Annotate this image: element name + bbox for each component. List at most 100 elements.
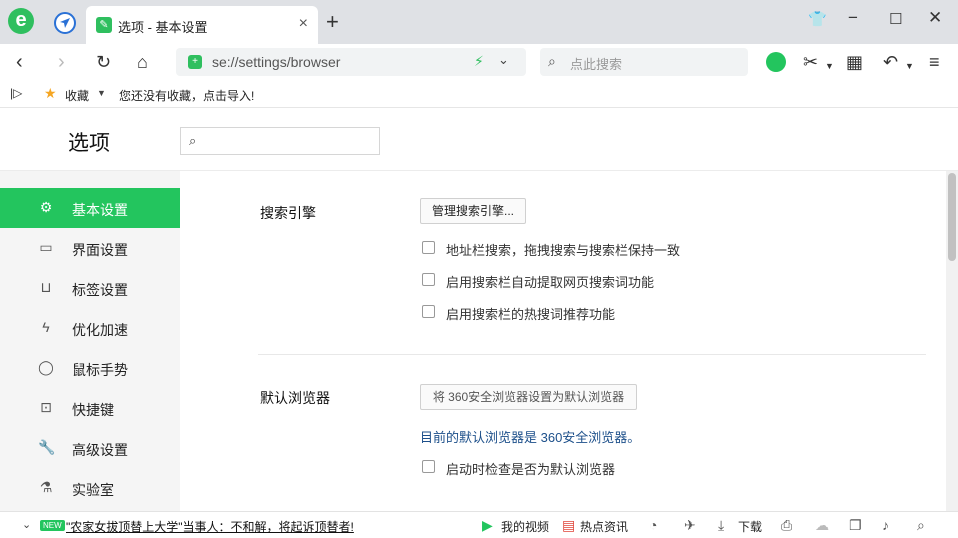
sidebar-item-label: 高级设置 <box>72 442 128 458</box>
default-browser-status: 目前的默认浏览器是 360安全浏览器。 <box>420 430 641 445</box>
maximize-button[interactable]: ☐ <box>889 10 902 28</box>
sidebar-item-advanced[interactable]: 🔧 高级设置 <box>0 428 180 468</box>
checkbox-label: 启用搜索栏自动提取网页搜索词功能 <box>446 275 655 290</box>
search-box[interactable]: ⌕ 点此搜索 <box>540 48 748 76</box>
refresh-icon[interactable]: ↻ <box>96 52 111 72</box>
wrench-icon: ✎ <box>96 17 112 33</box>
download-link[interactable]: 下载 <box>738 518 762 535</box>
sidebar-item-label: 基本设置 <box>72 202 128 218</box>
checkbox[interactable] <box>422 273 435 286</box>
download-icon[interactable]: ⤓ <box>718 517 724 534</box>
sidebar-item-label: 标签设置 <box>72 282 128 298</box>
sidebar-item-interface[interactable]: ▭ 界面设置 <box>0 228 180 268</box>
speed-icon[interactable]: ◔ <box>649 517 657 533</box>
set-default-browser-button[interactable]: 将 360安全浏览器设置为默认浏览器 <box>420 384 637 410</box>
tab-title: 选项 - 基本设置 <box>118 20 208 35</box>
toolbar: ‹ › ↻ ⌂ + se://settings/browser ⚡ ⌄ ⌕ 点此… <box>0 44 958 80</box>
section-divider <box>258 354 926 355</box>
mouse-icon: ◯ <box>38 359 54 375</box>
checkbox[interactable] <box>422 305 435 318</box>
browser-logo-icon[interactable]: e <box>8 8 34 34</box>
minimize-button[interactable]: − <box>848 8 858 28</box>
window-icon: ▭ <box>39 239 53 255</box>
search-icon[interactable]: ⌕ <box>917 517 925 534</box>
sidebar-item-label: 鼠标手势 <box>72 362 128 378</box>
sidebar-item-optimize[interactable]: ϟ 优化加速 <box>0 308 180 348</box>
sidebar-toggle-icon[interactable]: |▷ <box>10 86 22 100</box>
sidebar-item-mouse-gesture[interactable]: ◯ 鼠标手势 <box>0 348 180 388</box>
checkbox-label: 启用搜索栏的热搜词推荐功能 <box>446 307 616 322</box>
address-bar[interactable]: + se://settings/browser ⚡ ⌄ <box>176 48 526 76</box>
flask-icon: ⚗ <box>39 479 53 495</box>
close-window-button[interactable]: ✕ <box>928 8 942 28</box>
scrollbar[interactable] <box>946 171 958 511</box>
menu-icon[interactable]: ≡ <box>929 52 940 72</box>
back-icon[interactable]: ‹ <box>16 52 23 72</box>
bolt-icon: ϟ <box>42 319 50 335</box>
checkbox[interactable] <box>422 241 435 254</box>
address-input[interactable]: se://settings/browser <box>212 54 340 70</box>
sidebar-item-label: 实验室 <box>72 482 114 498</box>
status-bar: ⌄ NEW "农家女拔顶替上大学"当事人：不和解，将起诉顶替者! ▶ 我的视频 … <box>0 511 958 538</box>
grid-icon[interactable]: ▦ <box>846 52 863 72</box>
bookmark-empty-message[interactable]: 您还没有收藏，点击导入! <box>119 87 254 104</box>
tab-settings[interactable]: ✎ 选项 - 基本设置 × <box>86 6 318 44</box>
cloud-icon[interactable]: ☁ <box>815 517 829 534</box>
checkbox-label: 启动时检查是否为默认浏览器 <box>446 462 616 477</box>
search-icon: ⌕ <box>189 133 197 148</box>
tab-close-button[interactable]: × <box>299 15 308 33</box>
skin-icon[interactable]: 👕 <box>808 10 827 28</box>
settings-icon: ⚙ <box>39 199 53 215</box>
tab-icon: ⊔ <box>40 279 52 295</box>
forward-icon[interactable]: › <box>58 52 65 72</box>
checkbox[interactable] <box>422 460 435 473</box>
search-engine-title: 搜索引擎 <box>260 205 316 221</box>
extension-icon[interactable] <box>766 52 786 72</box>
settings-search-input[interactable]: ⌕ <box>180 127 380 155</box>
chevron-down-icon[interactable]: ▼ <box>905 56 914 76</box>
page-title: 选项 <box>68 132 110 155</box>
window-icon[interactable]: ❐ <box>849 517 862 534</box>
sidebar-item-basic[interactable]: ⚙ 基本设置 <box>0 188 180 228</box>
favorites-menu[interactable]: 收藏 <box>65 87 89 104</box>
bookmark-bar: |▷ ★ 收藏 ▼ 您还没有收藏，点击导入! <box>0 80 958 108</box>
sidebar-item-tabs[interactable]: ⊔ 标签设置 <box>0 268 180 308</box>
scissors-icon[interactable]: ✂ <box>803 52 818 72</box>
sidebar-item-label: 快捷键 <box>72 402 114 418</box>
chevron-down-icon[interactable]: ▼ <box>825 56 834 76</box>
home-icon[interactable]: ⌂ <box>137 52 148 72</box>
sidebar-item-label: 优化加速 <box>72 322 128 338</box>
sidebar-item-shortcuts[interactable]: ⊡ 快捷键 <box>0 388 180 428</box>
undo-icon[interactable]: ↶ <box>883 52 898 72</box>
chevron-down-icon[interactable]: ⌄ <box>498 52 509 68</box>
shield-icon: + <box>188 55 202 69</box>
hot-news-icon[interactable]: ▤ <box>562 517 575 534</box>
video-icon[interactable]: ▶ <box>482 517 493 534</box>
my-videos-link[interactable]: 我的视频 <box>501 518 549 535</box>
new-badge: NEW <box>40 520 65 531</box>
settings-sidebar: ⚙ 基本设置 ▭ 界面设置 ⊔ 标签设置 ϟ 优化加速 ◯ 鼠标手势 ⊡ 快捷键… <box>0 171 180 511</box>
search-icon: ⌕ <box>548 53 556 69</box>
title-bar: e ✎ 选项 - 基本设置 × + 👕 − ☐ ✕ <box>0 0 958 44</box>
sidebar-item-label: 界面设置 <box>72 242 128 258</box>
volume-icon[interactable]: ♪ <box>882 517 889 533</box>
navigation-icon[interactable] <box>54 12 76 34</box>
hot-news-link[interactable]: 热点资讯 <box>580 518 628 535</box>
new-tab-button[interactable]: + <box>326 10 339 34</box>
settings-content: 搜索引擎 管理搜索引擎... 地址栏搜索，拖拽搜索与搜索栏保持一致 启用搜索栏自… <box>180 171 946 511</box>
news-link[interactable]: "农家女拔顶替上大学"当事人：不和解，将起诉顶替者! <box>66 518 354 535</box>
default-browser-title: 默认浏览器 <box>260 390 330 406</box>
scrollbar-thumb[interactable] <box>948 173 956 261</box>
rocket-icon[interactable]: ✈ <box>684 517 696 534</box>
keyboard-icon: ⊡ <box>40 399 52 415</box>
sidebar-item-lab[interactable]: ⚗ 实验室 <box>0 468 180 508</box>
manage-search-engines-button[interactable]: 管理搜索引擎... <box>420 198 526 224</box>
search-input[interactable]: 点此搜索 <box>570 54 622 73</box>
chevron-down-icon[interactable]: ▼ <box>97 88 106 98</box>
chevron-down-icon[interactable]: ⌄ <box>22 518 31 531</box>
lightning-icon[interactable]: ⚡ <box>474 53 484 70</box>
print-icon[interactable]: ⎙ <box>781 517 792 534</box>
settings-header: 选项 ⌕ <box>0 109 958 171</box>
star-icon: ★ <box>44 85 57 101</box>
wrench-icon: 🔧 <box>38 439 56 455</box>
